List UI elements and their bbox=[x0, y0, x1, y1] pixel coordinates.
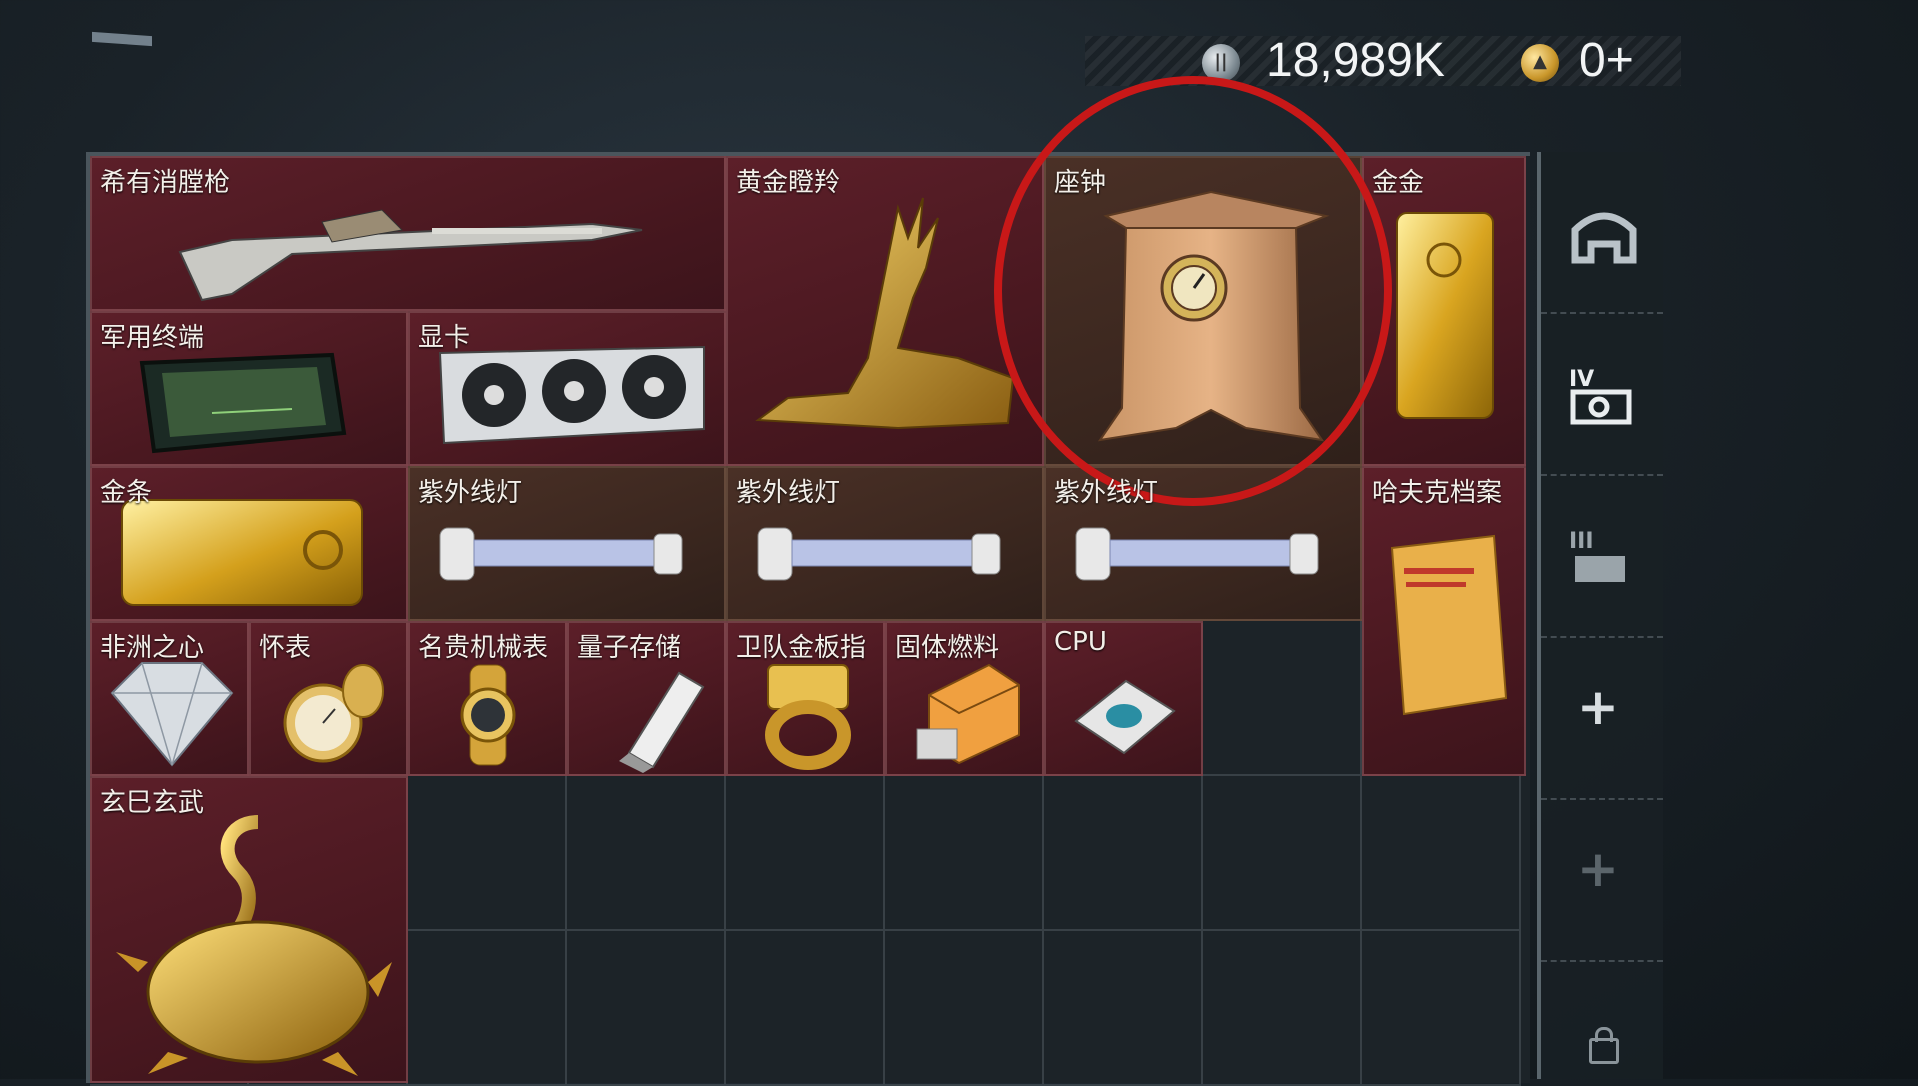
inventory-grid: 希有消膛枪 黄金瞪羚 座钟 金金 军用终端 显卡 金条 紫外线灯 紫外线灯 紫外… bbox=[86, 152, 1530, 1086]
cpu-chip-icon bbox=[1074, 679, 1176, 755]
item-dossier[interactable]: 哈夫克档案 bbox=[1362, 466, 1526, 776]
svg-text:III: III bbox=[1569, 529, 1594, 554]
empty-grid-cell bbox=[885, 776, 1044, 931]
empty-grid-cell bbox=[1044, 776, 1203, 931]
fuel-box-icon bbox=[916, 663, 1020, 765]
item-luxury-watch[interactable]: 名贵机械表 bbox=[408, 621, 567, 776]
empty-grid-cell bbox=[1203, 931, 1362, 1086]
item-graphics-card[interactable]: 显卡 bbox=[408, 311, 726, 466]
gold-bar-icon bbox=[1396, 212, 1494, 419]
empty-grid-cell bbox=[1362, 776, 1521, 931]
item-golden-dragon[interactable]: 玄巳玄武 bbox=[90, 776, 408, 1083]
currency-bar: || 18,989K ▲ 0+ bbox=[1085, 36, 1681, 86]
item-name: 固体燃料 bbox=[895, 633, 1000, 663]
table-clock-icon bbox=[1097, 190, 1330, 442]
item-military-terminal[interactable]: 军用终端 bbox=[90, 311, 408, 466]
item-quantum-storage[interactable]: 量子存储 bbox=[567, 621, 726, 776]
corner-decoration bbox=[92, 31, 152, 47]
helmet-slot[interactable] bbox=[1541, 152, 1663, 314]
item-name: 显卡 bbox=[418, 323, 471, 353]
add-slot-icon: + bbox=[1577, 840, 1619, 898]
item-gold-bar-small[interactable]: 金金 bbox=[1362, 156, 1526, 466]
armor-slot-iv[interactable]: IV bbox=[1541, 314, 1663, 476]
add-slot-icon: + bbox=[1577, 678, 1619, 736]
item-name: 座钟 bbox=[1054, 168, 1107, 198]
item-name: 黄金瞪羚 bbox=[736, 168, 841, 198]
item-name: 紫外线灯 bbox=[736, 478, 841, 508]
coins-value: 18,989K bbox=[1266, 34, 1445, 87]
item-name: 量子存储 bbox=[577, 633, 682, 663]
empty-grid-cell bbox=[1203, 776, 1362, 931]
empty-grid-cell bbox=[1203, 621, 1362, 776]
empty-grid-cell bbox=[1044, 931, 1203, 1086]
item-name: 怀表 bbox=[259, 633, 312, 663]
silver-coin-icon: || bbox=[1202, 44, 1240, 82]
dossier-icon bbox=[1390, 534, 1508, 716]
gold-bar-icon bbox=[121, 499, 363, 606]
add-slot-disabled: + bbox=[1541, 800, 1663, 962]
item-clock[interactable]: 座钟 bbox=[1044, 156, 1362, 466]
item-name: 金金 bbox=[1372, 168, 1425, 198]
wristwatch-icon bbox=[460, 664, 516, 766]
armor-level-iii-icon: III bbox=[1569, 529, 1625, 582]
empty-grid-cell bbox=[567, 931, 726, 1086]
item-uv-lamp-1[interactable]: 紫外线灯 bbox=[408, 466, 726, 621]
empty-grid-cell bbox=[408, 776, 567, 931]
empty-grid-cell bbox=[408, 931, 567, 1086]
empty-grid-cell bbox=[726, 931, 885, 1086]
item-cpu[interactable]: CPU bbox=[1044, 621, 1203, 776]
premium-value[interactable]: 0+ bbox=[1579, 36, 1634, 86]
empty-grid-cell bbox=[726, 776, 885, 931]
item-name: CPU bbox=[1054, 627, 1107, 657]
item-gold-bar[interactable]: 金条 bbox=[90, 466, 408, 621]
uv-lamp-icon bbox=[757, 527, 1001, 581]
item-solid-fuel[interactable]: 固体燃料 bbox=[885, 621, 1044, 776]
pocket-watch-icon bbox=[283, 664, 384, 763]
helmet-icon bbox=[1571, 212, 1637, 264]
item-golden-deer[interactable]: 黄金瞪羚 bbox=[726, 156, 1044, 466]
item-gold-ring[interactable]: 卫队金板指 bbox=[726, 621, 885, 776]
item-name: 哈夫克档案 bbox=[1372, 478, 1503, 508]
lock-icon bbox=[1589, 1027, 1619, 1064]
item-name: 军用终端 bbox=[100, 323, 205, 353]
golden-dragon-tortoise-icon bbox=[116, 815, 392, 1076]
item-uv-lamp-2[interactable]: 紫外线灯 bbox=[726, 466, 1044, 621]
diamond-icon bbox=[110, 662, 234, 767]
graphics-card-icon bbox=[438, 345, 705, 445]
usb-drive-icon bbox=[619, 671, 705, 773]
item-name: 卫队金板指 bbox=[736, 633, 867, 663]
rifle-icon bbox=[178, 209, 643, 302]
gold-ring-icon bbox=[765, 664, 851, 770]
item-name: 金条 bbox=[100, 478, 153, 508]
item-name: 非洲之心 bbox=[100, 633, 205, 663]
uv-lamp-icon bbox=[439, 527, 683, 581]
empty-grid-cell bbox=[885, 931, 1044, 1086]
item-uv-lamp-3[interactable]: 紫外线灯 bbox=[1044, 466, 1362, 621]
item-name: 玄巳玄武 bbox=[100, 788, 205, 818]
item-name: 名贵机械表 bbox=[418, 633, 549, 663]
armor-slot-iii[interactable]: III bbox=[1541, 476, 1663, 638]
item-pocket-watch[interactable]: 怀表 bbox=[249, 621, 408, 776]
item-name: 紫外线灯 bbox=[1054, 478, 1159, 508]
uv-lamp-icon bbox=[1075, 527, 1319, 581]
empty-grid-cell bbox=[1362, 931, 1521, 1086]
armor-level-iv-icon: IV bbox=[1569, 367, 1632, 425]
svg-text:IV: IV bbox=[1569, 367, 1594, 392]
item-name: 紫外线灯 bbox=[418, 478, 523, 508]
gold-triangle-coin-icon: ▲ bbox=[1521, 44, 1559, 82]
empty-grid-cell bbox=[567, 776, 726, 931]
add-slot[interactable]: + bbox=[1541, 638, 1663, 800]
item-name: 希有消膛枪 bbox=[100, 168, 231, 198]
golden-deer-icon bbox=[755, 197, 1015, 430]
item-diamond[interactable]: 非洲之心 bbox=[90, 621, 249, 776]
equipment-sidebar: IV III + + bbox=[1537, 152, 1663, 1079]
item-rifle[interactable]: 希有消膛枪 bbox=[90, 156, 726, 311]
